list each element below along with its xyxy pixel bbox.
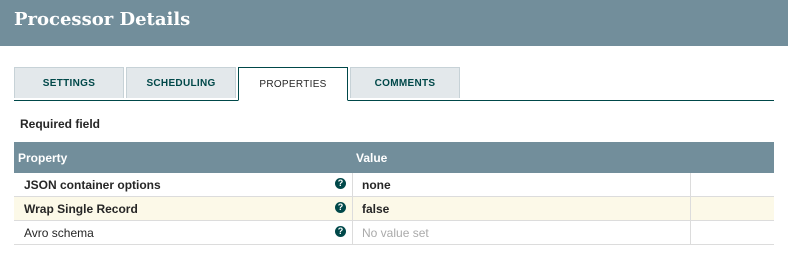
column-divider: [352, 197, 353, 220]
column-header-value[interactable]: Value: [356, 151, 387, 165]
dialog-title: Processor Details: [14, 9, 191, 30]
properties-table: Property Value JSON container options ? …: [14, 142, 774, 245]
column-divider: [352, 221, 353, 244]
property-value[interactable]: false: [362, 202, 389, 216]
tab-settings[interactable]: SETTINGS: [14, 67, 124, 98]
column-header-property[interactable]: Property: [18, 151, 67, 165]
dialog-header: Processor Details: [0, 0, 788, 46]
tab-scheduling[interactable]: SCHEDULING: [126, 67, 236, 98]
tab-properties[interactable]: PROPERTIES: [238, 67, 348, 101]
tab-comments[interactable]: COMMENTS: [350, 67, 460, 98]
help-icon[interactable]: ?: [335, 178, 346, 189]
table-header: Property Value: [14, 142, 774, 173]
property-name: Wrap Single Record: [24, 202, 138, 216]
column-divider: [690, 221, 691, 244]
column-divider: [690, 197, 691, 220]
column-divider: [352, 173, 353, 196]
required-field-label: Required field: [20, 117, 101, 131]
table-row[interactable]: Wrap Single Record ? false: [14, 197, 774, 221]
help-icon[interactable]: ?: [335, 226, 346, 237]
column-divider: [690, 173, 691, 196]
property-name: Avro schema: [24, 226, 94, 240]
tab-bar: SETTINGS SCHEDULING PROPERTIES COMMENTS: [14, 67, 774, 101]
table-row[interactable]: JSON container options ? none: [14, 173, 774, 197]
property-value[interactable]: No value set: [362, 226, 429, 240]
table-row[interactable]: Avro schema ? No value set: [14, 221, 774, 245]
help-icon[interactable]: ?: [335, 202, 346, 213]
property-name: JSON container options: [24, 178, 161, 192]
property-value[interactable]: none: [362, 178, 391, 192]
